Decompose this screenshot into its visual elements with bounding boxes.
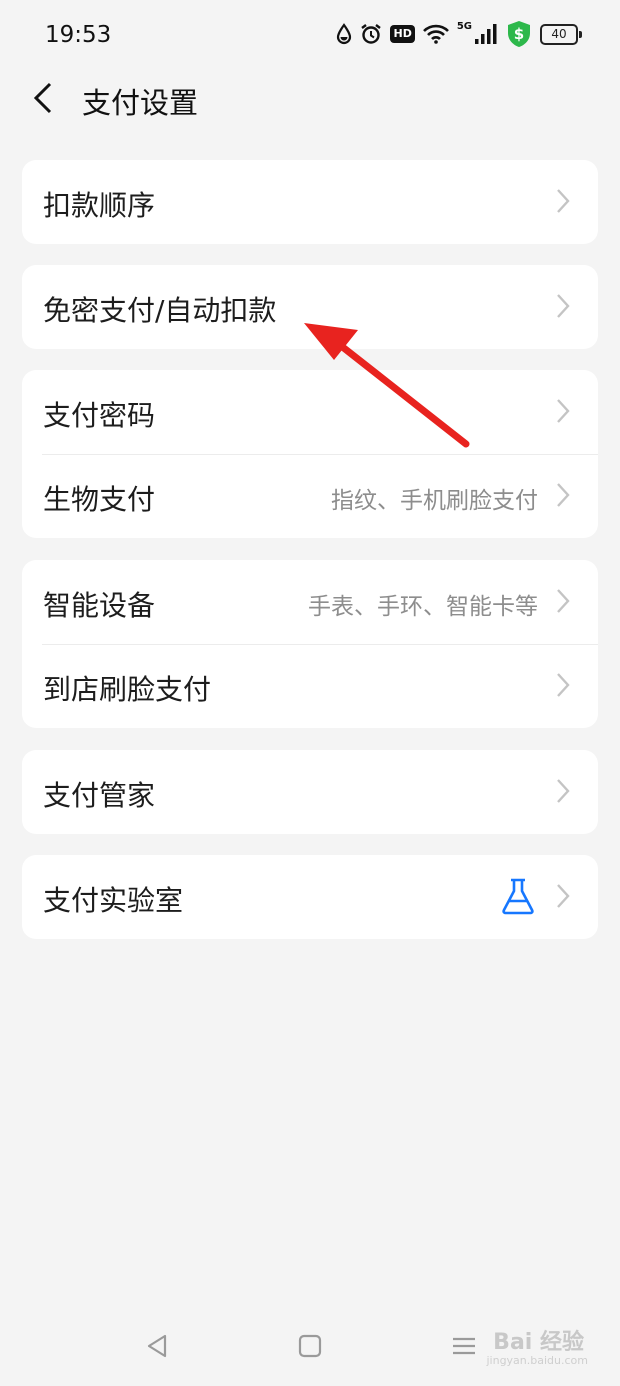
row-label: 支付实验室	[43, 884, 184, 917]
shield-icon: $	[506, 20, 532, 48]
row-label: 扣款顺序	[43, 189, 156, 222]
row-value: 指纹、手机刷脸支付	[331, 488, 538, 514]
row-label: 生物支付	[43, 483, 156, 516]
row-smart-devices[interactable]: 智能设备 手表、手环、智能卡等	[22, 560, 598, 644]
chevron-right-icon	[557, 779, 570, 803]
chevron-right-icon	[557, 589, 570, 613]
settings-card-password-free: 免密支付/自动扣款	[22, 265, 598, 349]
wifi-icon	[422, 24, 449, 44]
watermark-sub: jingyan.baidu.com	[486, 1354, 588, 1367]
row-biometric-payment[interactable]: 生物支付 指纹、手机刷脸支付	[22, 454, 598, 538]
settings-card-payment-butler: 支付管家	[22, 750, 598, 834]
row-payment-lab[interactable]: 支付实验室	[22, 855, 598, 939]
water-drop-icon	[336, 23, 352, 45]
header: 支付设置	[0, 76, 620, 126]
settings-card-security: 支付密码 生物支付 指纹、手机刷脸支付	[22, 370, 598, 538]
row-deduction-order[interactable]: 扣款顺序	[22, 160, 598, 244]
row-in-store-face-pay[interactable]: 到店刷脸支付	[22, 644, 598, 728]
settings-card-devices: 智能设备 手表、手环、智能卡等 到店刷脸支付	[22, 560, 598, 728]
row-label: 支付密码	[43, 399, 156, 432]
chevron-right-icon	[557, 483, 570, 507]
row-password-free-auto-deduct[interactable]: 免密支付/自动扣款	[22, 265, 598, 349]
row-label: 智能设备	[43, 589, 156, 622]
settings-card-deduction-order: 扣款顺序	[22, 160, 598, 244]
page-title: 支付设置	[82, 86, 199, 120]
back-button[interactable]	[26, 76, 66, 122]
row-label: 到店刷脸支付	[43, 673, 212, 706]
row-payment-password[interactable]: 支付密码	[22, 370, 598, 454]
chevron-right-icon	[557, 673, 570, 697]
status-time: 19:53	[45, 22, 112, 48]
row-value: 手表、手环、智能卡等	[308, 594, 538, 620]
status-bar: 19:53 HD 5G $ 40	[0, 0, 620, 76]
chevron-right-icon	[557, 399, 570, 423]
chevron-right-icon	[557, 294, 570, 318]
nav-back-icon[interactable]	[143, 1332, 171, 1360]
flask-icon	[502, 878, 534, 915]
signal-icon	[474, 23, 498, 45]
chevron-right-icon	[557, 884, 570, 908]
network-type: 5G	[456, 20, 472, 32]
row-label: 支付管家	[43, 779, 156, 812]
nav-home-icon[interactable]	[296, 1332, 324, 1360]
status-icons: HD 5G $ 40	[336, 20, 582, 48]
settings-card-payment-lab: 支付实验室	[22, 855, 598, 939]
battery-indicator: 40	[540, 23, 582, 45]
hd-badge: HD	[390, 25, 415, 43]
row-label: 免密支付/自动扣款	[43, 294, 277, 327]
chevron-right-icon	[557, 189, 570, 213]
row-payment-butler[interactable]: 支付管家	[22, 750, 598, 834]
svg-text:$: $	[514, 25, 524, 43]
alarm-clock-icon	[360, 23, 382, 45]
watermark-text: Bai 经验	[493, 1330, 584, 1355]
nav-menu-icon[interactable]	[450, 1332, 478, 1360]
back-arrow-icon	[33, 82, 52, 114]
